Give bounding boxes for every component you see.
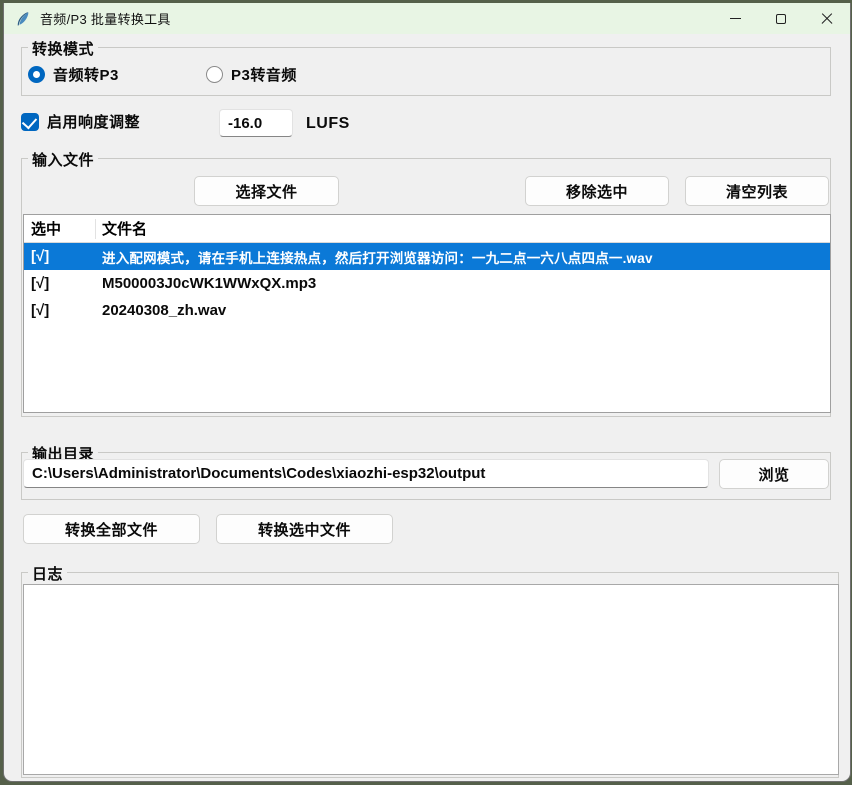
- file-list-header[interactable]: 选中 文件名: [24, 215, 830, 243]
- close-button[interactable]: [804, 3, 850, 34]
- radio-audio-to-p3[interactable]: 音频转P3: [28, 64, 119, 85]
- convert-all-button[interactable]: 转换全部文件: [23, 514, 200, 544]
- file-list: 选中 文件名 [√] 进入配网模式，请在手机上连接热点，然后打开浏览器访问：一九…: [23, 214, 831, 413]
- radio-audio-to-p3-label: 音频转P3: [53, 64, 119, 85]
- loudness-checkbox-label: 启用响度调整: [47, 111, 140, 132]
- app-window: 音频/P3 批量转换工具 转换模式 音频转P3 P3转音频 启用响度调整 LUF…: [3, 3, 851, 782]
- mode-group-title: 转换模式: [28, 38, 98, 59]
- radio-selected-icon: [28, 66, 45, 83]
- file-row-filename: 20240308_zh.wav: [96, 302, 830, 319]
- mode-group: 转换模式 音频转P3 P3转音频: [21, 47, 831, 96]
- maximize-button[interactable]: [758, 3, 804, 34]
- loudness-checkbox-row[interactable]: 启用响度调整: [21, 111, 140, 132]
- maximize-icon: [776, 14, 786, 24]
- column-header-filename[interactable]: 文件名: [96, 218, 830, 239]
- select-files-button[interactable]: 选择文件: [194, 176, 339, 206]
- log-textarea[interactable]: [23, 584, 839, 775]
- close-icon: [821, 13, 833, 25]
- checkbox-checked-icon[interactable]: [21, 113, 39, 131]
- file-row-filename: M500003J0cWK1WWxQX.mp3: [96, 275, 830, 292]
- titlebar: 音频/P3 批量转换工具: [4, 3, 850, 34]
- output-dir-input[interactable]: [23, 459, 709, 488]
- lufs-value-input[interactable]: [219, 109, 293, 137]
- file-row-checkmark: [√]: [24, 248, 96, 265]
- log-group-title: 日志: [28, 563, 67, 584]
- radio-p3-to-audio[interactable]: P3转音频: [206, 64, 297, 85]
- python-feather-icon: [15, 11, 31, 27]
- file-row-checkmark: [√]: [24, 302, 96, 319]
- remove-selected-button[interactable]: 移除选中: [525, 176, 669, 206]
- radio-p3-to-audio-label: P3转音频: [231, 64, 297, 85]
- minimize-icon: [730, 18, 741, 19]
- browse-button[interactable]: 浏览: [719, 459, 829, 489]
- column-header-checked[interactable]: 选中: [24, 219, 96, 239]
- file-row-checkmark: [√]: [24, 275, 96, 292]
- file-row[interactable]: [√] M500003J0cWK1WWxQX.mp3: [24, 270, 830, 297]
- clear-list-button[interactable]: 清空列表: [685, 176, 829, 206]
- file-row[interactable]: [√] 进入配网模式，请在手机上连接热点，然后打开浏览器访问：一九二点一六八点四…: [24, 243, 830, 270]
- radio-unselected-icon: [206, 66, 223, 83]
- convert-selected-button[interactable]: 转换选中文件: [216, 514, 393, 544]
- window-title: 音频/P3 批量转换工具: [40, 9, 171, 28]
- input-files-group-title: 输入文件: [28, 149, 98, 170]
- minimize-button[interactable]: [712, 3, 758, 34]
- lufs-unit-label: LUFS: [306, 115, 350, 133]
- file-row-filename: 进入配网模式，请在手机上连接热点，然后打开浏览器访问：一九二点一六八点四点一.w…: [96, 247, 830, 267]
- file-row[interactable]: [√] 20240308_zh.wav: [24, 297, 830, 324]
